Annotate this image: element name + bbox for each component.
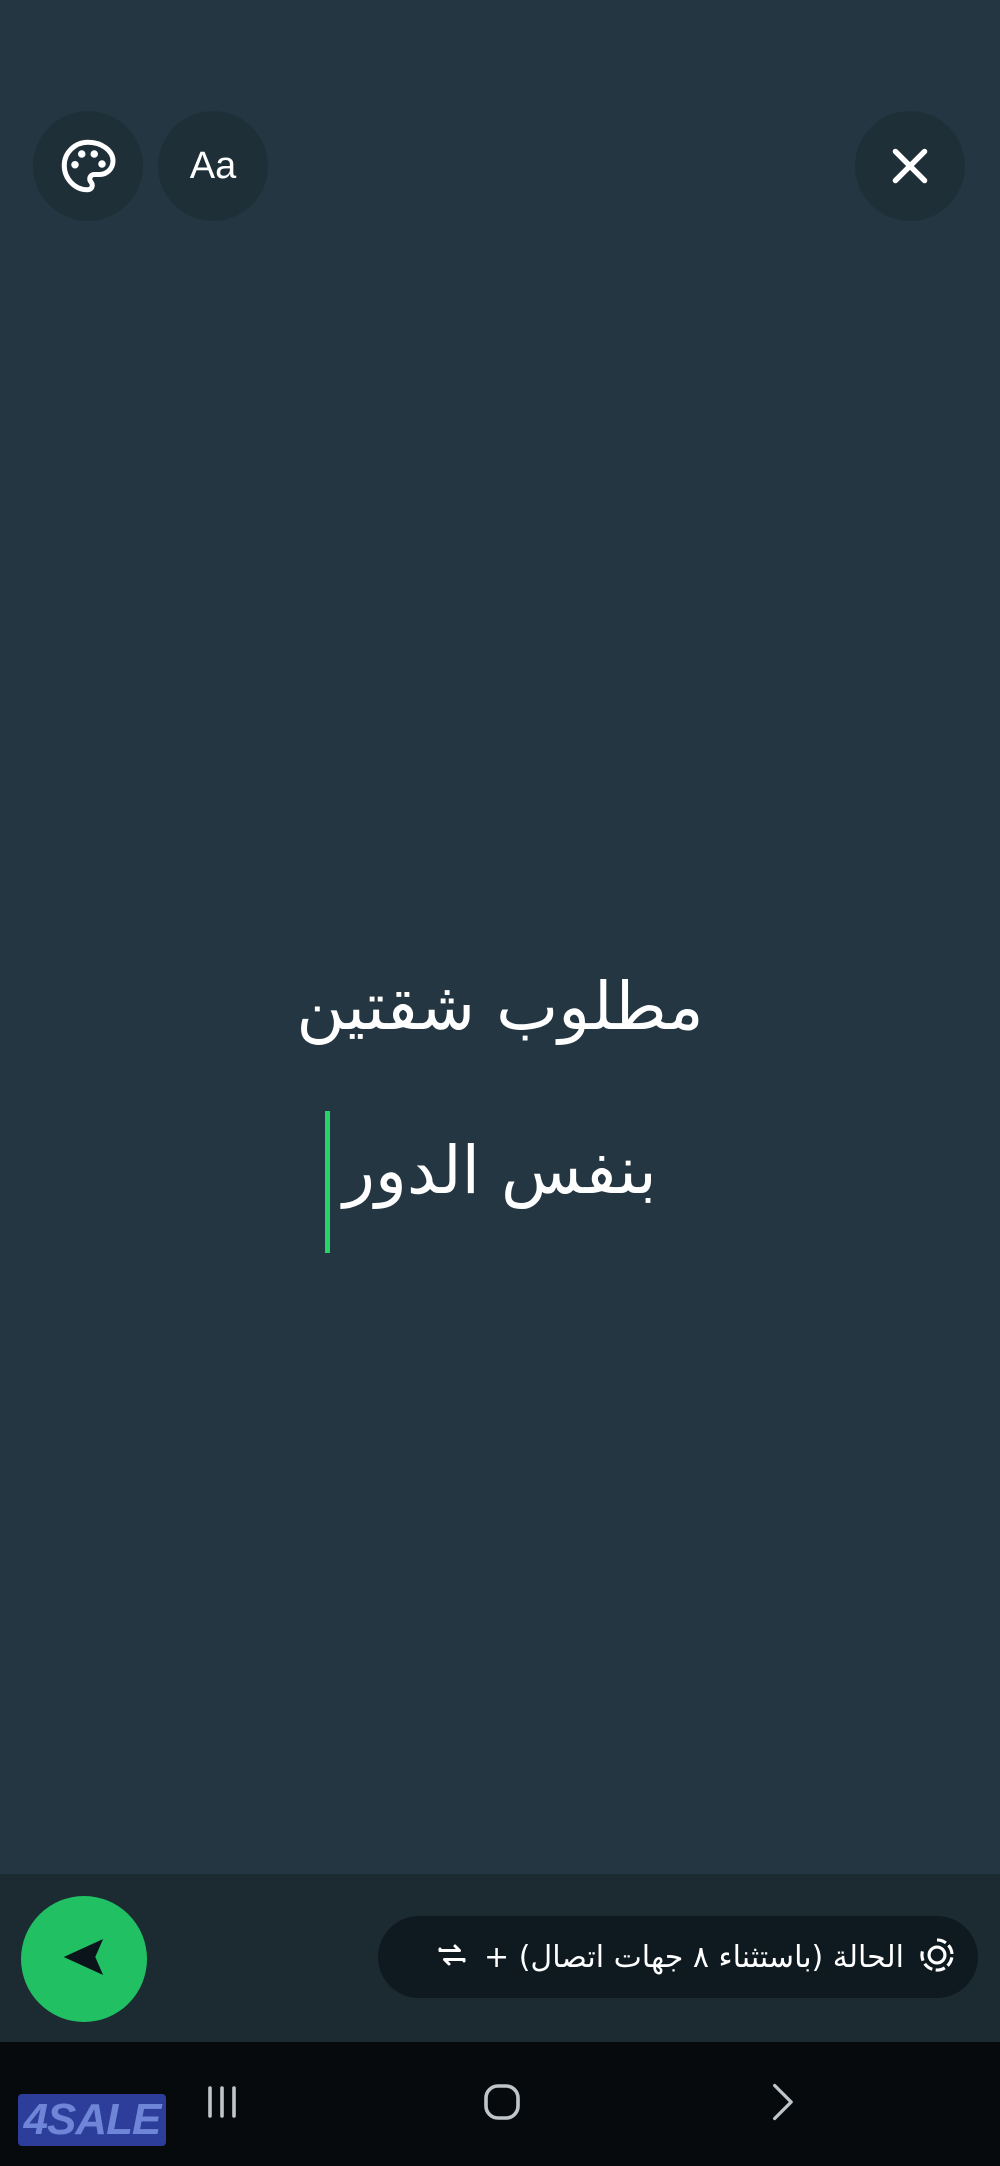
background-color-button[interactable] (33, 111, 143, 221)
palette-icon (58, 136, 118, 196)
audience-label: الحالة (باستثناء ٨ جهات اتصال) + (484, 1939, 904, 1975)
status-text-input[interactable]: مطلوب شقتين بنفس الدور (0, 925, 1000, 1253)
send-button[interactable] (21, 1896, 147, 2022)
text-status-canvas[interactable]: Aa مطلوب شقتين بنفس الدور (0, 0, 1000, 1874)
watermark-logo: 4SALE (18, 2094, 166, 2146)
font-style-button[interactable]: Aa (158, 111, 268, 221)
repeat-icon (434, 1937, 470, 1977)
back-button[interactable] (722, 2042, 842, 2166)
close-button[interactable] (855, 111, 965, 221)
bottom-action-bar: الحالة (باستثناء ٨ جهات اتصال) + (0, 1874, 1000, 2042)
font-button-label: Aa (189, 144, 237, 187)
text-cursor (325, 1111, 331, 1253)
status-text-line-1: مطلوب شقتين (296, 968, 704, 1045)
audience-selector[interactable]: الحالة (باستثناء ٨ جهات اتصال) + (378, 1916, 978, 1998)
send-icon (57, 1930, 111, 1988)
recents-button[interactable] (162, 2042, 282, 2166)
status-composer-screen: Aa مطلوب شقتين بنفس الدور الحالة (باستثن… (0, 0, 1000, 2166)
status-text-line-2: بنفس الدور (343, 1132, 657, 1209)
close-icon (885, 141, 935, 191)
home-icon (478, 2078, 526, 2130)
home-button[interactable] (442, 2042, 562, 2166)
recents-icon (198, 2078, 246, 2130)
status-icon (918, 1936, 956, 1978)
back-icon (760, 2080, 804, 2128)
